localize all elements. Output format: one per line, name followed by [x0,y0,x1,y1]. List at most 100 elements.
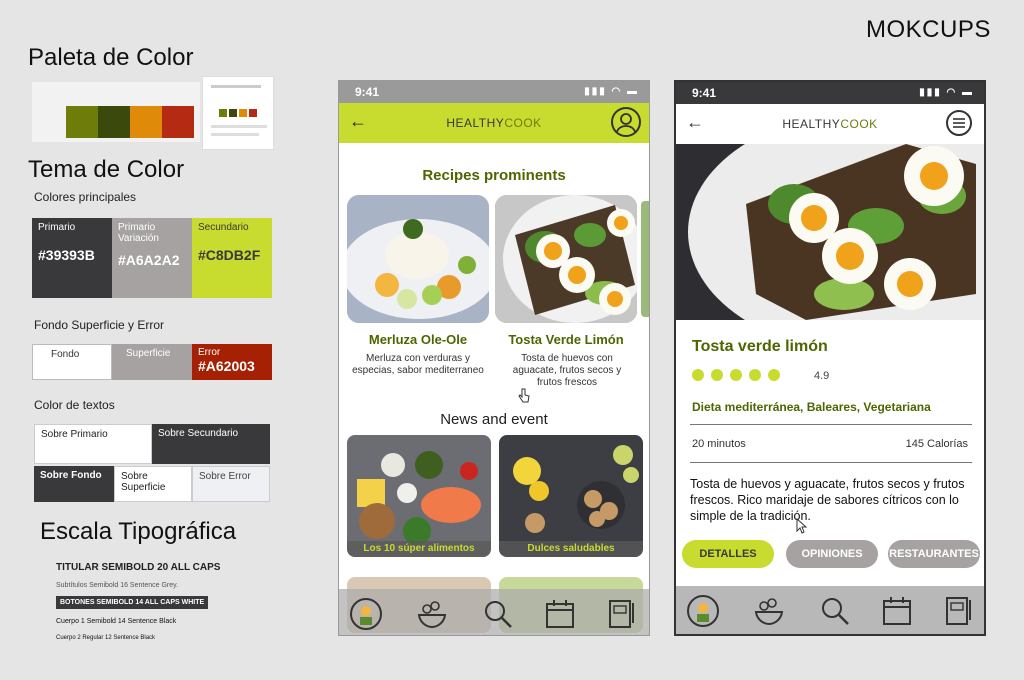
recipe-title-merluza: Merluza Ole-Ole [368,332,468,347]
signal-wifi-battery-icon: ▮▮▮ ◠ ▬ [584,86,639,97]
pointer-cursor-icon [796,518,808,534]
palette-strip [32,82,200,142]
recipe-title-tosta: Tosta Verde Limón [508,332,624,347]
main-colors-label: Colores principales [34,190,137,204]
mockups-title: MOKCUPS [866,16,991,43]
news-label-superfoods: Los 10 súper alimentos [347,541,491,557]
primary-label: Primario [38,222,76,233]
search-icon[interactable] [818,594,852,628]
brand-logo: HEALTHYCOOK [676,117,984,131]
salad-icon[interactable] [752,594,786,628]
divider [690,462,972,463]
divider [690,424,972,425]
primary-hex: #39393B [38,247,95,263]
recipes-section-title: Recipes prominents [422,167,566,184]
typo-botones: BOTONES SEMIBOLD 14 ALL CAPS WHITE [56,596,209,609]
rating-dot-icon [711,369,723,381]
typography-title: Escala Tipográfica [40,518,237,545]
secondary-hex: #C8DB2F [198,247,261,263]
surface-label: Superficie [126,348,171,359]
action-buttons: DETALLES OPINIONES RESTAURANTES [676,540,984,572]
phone-recipe-detail-screen: 9:41 ▮▮▮ ◠ ▬ ← HEALTHYCOOK Tosta verde l… [674,80,986,636]
palette-swatch-darkgreen [98,106,130,138]
brand-cook: COOK [840,117,878,131]
on-primary-box: Sobre Primario [34,424,152,464]
hand-cursor-icon [518,388,530,403]
brand-logo: HEALTHYCOOK [339,116,649,130]
error-color-box: Error #A62003 [192,344,272,380]
status-bar: 9:41 ▮▮▮ ◠ ▬ [676,82,984,104]
typo-titular: TITULAR SEMIBOLD 20 ALL CAPS [56,562,221,573]
text-colors-label: Color de textos [34,398,115,412]
on-surface-box: Sobre Superficie [114,466,192,502]
next-card-peek[interactable] [641,201,649,317]
variation-label: Primario Variación [118,222,159,244]
recipe-desc-merluza: Merluza con verduras y especias, sabor m… [352,353,484,376]
rating-dot-icon [768,369,780,381]
calendar-icon[interactable] [543,597,577,631]
brand-healthy: HEALTHY [446,116,505,130]
recipe-tags: Dieta mediterránea, Baleares, Vegetarian… [692,400,931,414]
brand-healthy: HEALTHY [782,117,841,131]
reviews-button[interactable]: OPINIONES [786,540,878,568]
rating-dot-icon [692,369,704,381]
status-time: 9:41 [355,85,380,99]
news-label-sweets: Dulces saludables [499,541,643,557]
status-bar: 9:41 ▮▮▮ ◠ ▬ [339,81,649,103]
chef-icon[interactable] [686,594,720,628]
theme-title: Tema de Color [28,156,185,183]
secondary-label: Secundario [198,222,249,233]
restaurants-button[interactable]: RESTAURANTES [888,540,980,568]
primary-color-box: Primario #39393B [32,218,112,298]
prep-time: 20 minutos [692,438,746,450]
typo-subtitulos: Subtítulos Semibold 16 Sentence Grey. [56,582,179,589]
background-color-box: Fondo [32,344,112,380]
on-secondary-box: Sobre Secundario [152,424,270,464]
notebook-icon[interactable] [605,597,639,631]
phone-home-screen: 9:41 ▮▮▮ ◠ ▬ ← HEALTHYCOOK Recipes promi… [338,80,650,636]
recipe-description: Tosta de huevos y aguacate, frutos secos… [690,477,965,523]
calories: 145 Calorías [905,438,968,450]
superfoods-image [347,435,491,557]
app-bar: ← HEALTHYCOOK [676,104,984,144]
recipe-title: Tosta verde limón [692,338,828,355]
typo-cuerpo2: Cuerpo 2 Regular 12 Sentence Black [56,635,156,641]
recipe-card-merluza[interactable] [347,195,489,323]
on-error-box: Sobre Error [192,466,270,502]
bottom-navigation [676,586,984,634]
status-time: 9:41 [692,86,717,100]
secondary-color-box: Secundario #C8DB2F [192,218,272,298]
chef-icon[interactable] [349,597,383,631]
palette-swatch-red [162,106,194,138]
news-section-title: News and event [440,411,548,428]
recipe-card-tosta[interactable] [495,195,637,323]
app-bar: ← HEALTHYCOOK [339,103,649,143]
signal-wifi-battery-icon: ▮▮▮ ◠ ▬ [919,87,974,98]
brand-cook: COOK [504,116,542,130]
tosta-image [495,195,637,323]
calendar-icon[interactable] [880,594,914,628]
rating-dot-icon [730,369,742,381]
palette-reference-thumbnail [202,76,274,150]
sweets-image [499,435,643,557]
salad-icon[interactable] [415,597,449,631]
news-card-superfoods[interactable]: Los 10 súper alimentos [347,435,491,557]
error-hex: #A62003 [198,358,255,374]
rating-stars [692,368,780,386]
recipe-hero-image [676,144,984,320]
background-label: Fondo [51,349,80,360]
bottom-navigation [339,589,649,635]
notebook-icon[interactable] [942,594,976,628]
error-label: Error [198,347,221,358]
variation-hex: #A6A2A2 [118,252,180,268]
palette-swatch-olive [66,106,98,138]
typo-cuerpo1: Cuerpo 1 Semibold 14 Sentence Black [56,618,177,625]
news-card-sweets[interactable]: Dulces saludables [499,435,643,557]
menu-icon[interactable] [946,110,972,136]
search-icon[interactable] [481,597,515,631]
profile-icon[interactable] [611,107,641,137]
details-button[interactable]: DETALLES [682,540,774,568]
surface-color-box: Superficie [112,344,192,380]
primary-variation-box: Primario Variación #A6A2A2 [112,218,192,298]
recipe-desc-tosta: Tosta de huevos con aguacate, frutos sec… [512,353,622,388]
